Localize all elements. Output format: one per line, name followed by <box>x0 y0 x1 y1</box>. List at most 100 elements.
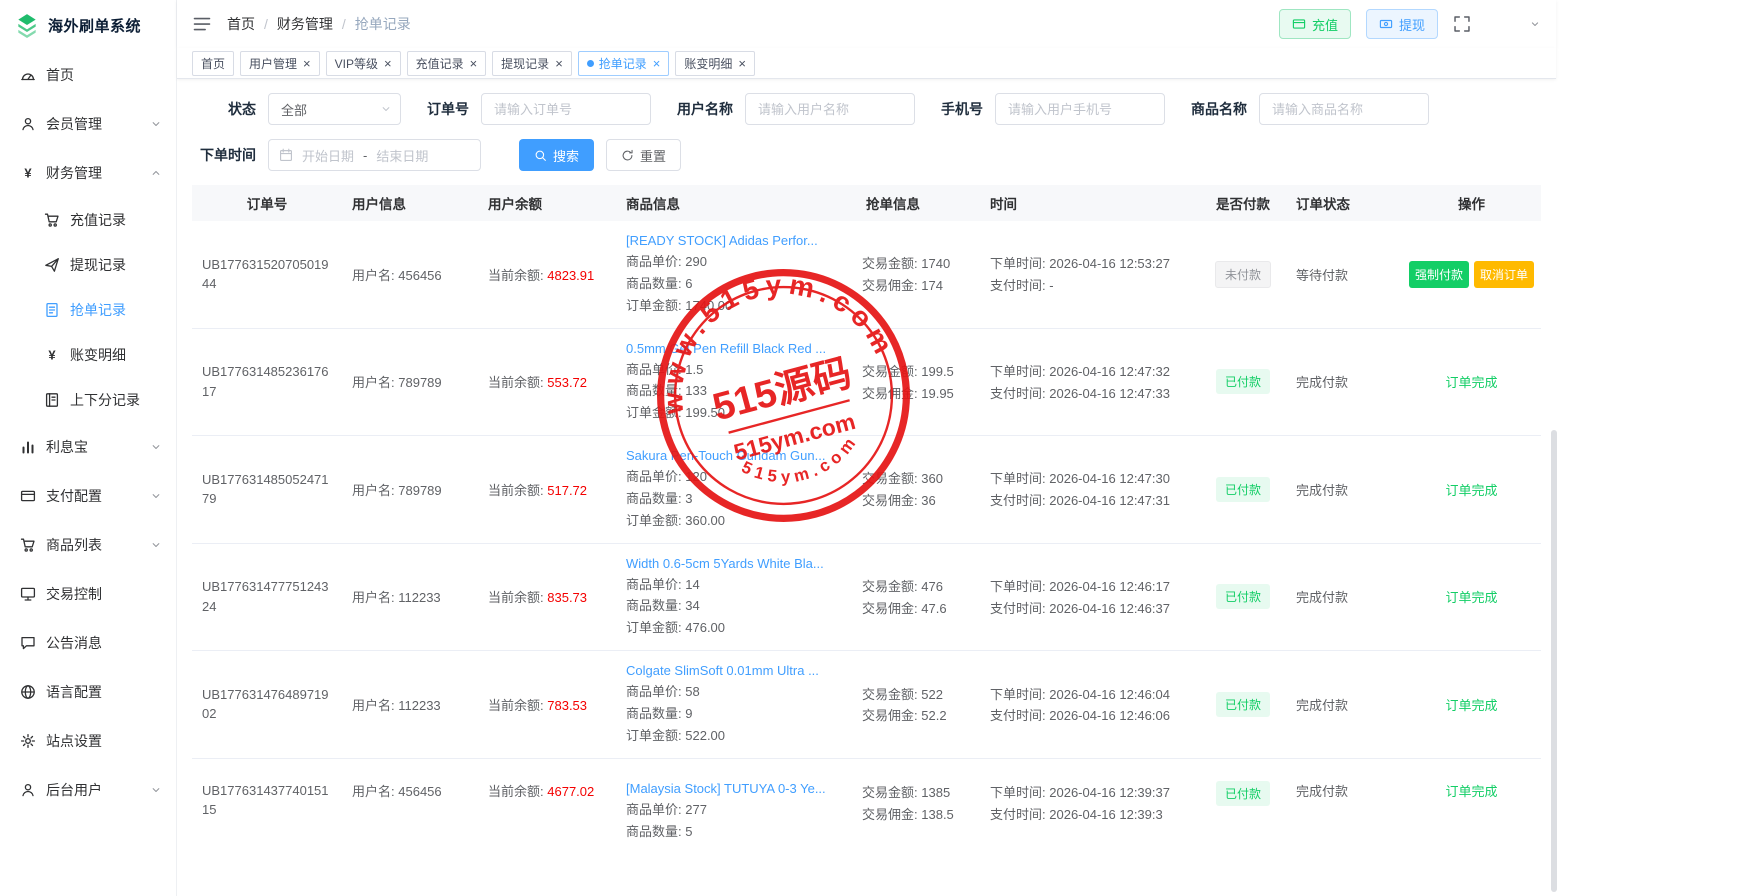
sidebar-item[interactable]: 公告消息 <box>0 618 176 667</box>
recharge-button[interactable]: 充值 <box>1279 9 1351 39</box>
chevron-up-icon <box>150 167 162 179</box>
product-name-input[interactable] <box>1259 93 1429 125</box>
caret-down-icon[interactable] <box>1529 18 1541 30</box>
column-header: 是否付款 <box>1200 193 1286 213</box>
breadcrumb-item[interactable]: 首页 <box>227 14 255 34</box>
table-row: UB17763147775124324 用户名: 112233 当前余额: 83… <box>192 544 1541 652</box>
hamburger-icon[interactable] <box>192 14 212 34</box>
paid-status-cell: 已付款 <box>1200 477 1286 502</box>
order-complete-text: 订单完成 <box>1445 698 1497 713</box>
tag-tab[interactable]: 用户管理× <box>240 51 320 76</box>
username-value: 112233 <box>398 698 440 713</box>
close-icon[interactable]: × <box>384 57 392 70</box>
sidebar-item[interactable]: ¥财务管理 <box>0 148 176 197</box>
commission-line: 交易佣金: 19.95 <box>862 385 974 404</box>
actions-cell: 订单完成 <box>1402 480 1541 499</box>
date-range-picker[interactable]: 开始日期 - 结束日期 <box>268 139 481 171</box>
svg-text:¥: ¥ <box>24 165 32 180</box>
sidebar-item[interactable]: 站点设置 <box>0 716 176 765</box>
chevron-down-icon <box>150 784 162 796</box>
sidebar-item[interactable]: 充值记录 <box>0 197 176 242</box>
close-icon[interactable]: × <box>738 57 746 70</box>
phone-input[interactable] <box>995 93 1165 125</box>
force-pay-button[interactable]: 强制付款 <box>1409 261 1469 288</box>
close-icon[interactable]: × <box>470 57 478 70</box>
commission-label: 交易佣金: <box>862 601 918 616</box>
product-info-cell: [Malaysia Stock] TUTUYA 0-3 Ye... 商品单价: … <box>616 781 856 842</box>
product-title-link[interactable]: 0.5mm Gel Pen Refill Black Red ... <box>626 341 846 356</box>
tab-label: 提现记录 <box>501 55 549 72</box>
reset-button[interactable]: 重置 <box>606 139 681 171</box>
username-input[interactable] <box>745 93 915 125</box>
order-status-cell: 完成付款 <box>1286 372 1402 391</box>
sidebar-item[interactable]: 首页 <box>0 50 176 99</box>
sidebar-item[interactable]: 利息宝 <box>0 422 176 471</box>
sidebar-item[interactable]: 语言配置 <box>0 667 176 716</box>
avatar[interactable] <box>1486 6 1522 42</box>
product-title-link[interactable]: Sakura Pen-Touch Gundam Gun... <box>626 448 846 463</box>
trade-amount-value: 476 <box>921 579 943 594</box>
sidebar-item[interactable]: 提现记录 <box>0 242 176 287</box>
order-no-input[interactable] <box>481 93 651 125</box>
page-scrollbar[interactable] <box>1551 430 1557 892</box>
order-time-value: 2026-04-16 12:47:30 <box>1049 471 1170 486</box>
status-select[interactable]: 全部 <box>268 93 401 125</box>
sidebar-item[interactable]: ¥账变明细 <box>0 332 176 377</box>
unit-price-label: 商品单价: <box>626 802 682 817</box>
sidebar-item[interactable]: 商品列表 <box>0 520 176 569</box>
app-title: 海外刷单系统 <box>48 15 141 36</box>
quantity-value: 9 <box>685 706 692 721</box>
tag-tab[interactable]: 首页 <box>192 51 234 76</box>
breadcrumb-separator: / <box>342 16 346 32</box>
withdraw-button[interactable]: 提现 <box>1366 9 1438 39</box>
trade-amount-label: 交易金额: <box>862 471 918 486</box>
tag-tab[interactable]: 账变明细× <box>675 51 755 76</box>
sidebar-item[interactable]: 抢单记录 <box>0 287 176 332</box>
balance-label: 当前余额: <box>488 698 544 713</box>
cancel-order-button[interactable]: 取消订单 <box>1474 261 1534 288</box>
user-info-cell: 用户名: 456456 <box>342 781 478 800</box>
tag-tab[interactable]: 充值记录× <box>407 51 487 76</box>
order-status-text: 完成付款 <box>1296 698 1348 713</box>
app-logo[interactable]: 海外刷单系统 <box>0 0 176 50</box>
active-dot <box>587 60 594 67</box>
unit-price-label: 商品单价: <box>626 362 682 377</box>
sidebar-item-label: 会员管理 <box>46 114 150 134</box>
tag-tab[interactable]: VIP等级× <box>326 51 401 76</box>
sidebar-item[interactable]: 上下分记录 <box>0 377 176 422</box>
unit-price-line: 商品单价: 1.5 <box>626 361 846 380</box>
sidebar-item[interactable]: 会员管理 <box>0 99 176 148</box>
filter-row-1: 状态 全部 订单号 用户名称 手机号 <box>192 93 1541 125</box>
user-menu[interactable] <box>1486 6 1541 42</box>
tag-tab[interactable]: 提现记录 × <box>492 51 572 76</box>
order-no: UB17763148523617617 <box>202 364 329 399</box>
product-title-link[interactable]: Width 0.6-5cm 5Yards White Bla... <box>626 556 846 571</box>
product-title-link[interactable]: [Malaysia Stock] TUTUYA 0-3 Ye... <box>626 781 846 796</box>
tab-label: 抢单记录 <box>599 55 647 72</box>
paid-status-badge: 已付款 <box>1216 369 1270 394</box>
quantity-line: 商品数量: 6 <box>626 275 846 294</box>
pay-time-label: 支付时间: <box>990 807 1046 822</box>
user-info-cell: 用户名: 112233 <box>342 587 478 606</box>
close-icon[interactable]: × <box>555 57 563 70</box>
username-value: 789789 <box>398 375 441 390</box>
sidebar-item[interactable]: 支付配置 <box>0 471 176 520</box>
commission-label: 交易佣金: <box>862 708 918 723</box>
tag-tab[interactable]: 抢单记录 × <box>578 51 670 76</box>
fullscreen-icon[interactable] <box>1453 15 1471 33</box>
actions-cell: 订单完成 <box>1402 587 1541 606</box>
product-title-link[interactable]: [READY STOCK] Adidas Perfor... <box>626 233 846 248</box>
product-title-link[interactable]: Colgate SlimSoft 0.01mm Ultra ... <box>626 663 846 678</box>
order-time-line: 下单时间: 2026-04-16 12:39:37 <box>990 784 1190 803</box>
order-time-line: 下单时间: 2026-04-16 12:46:17 <box>990 578 1190 597</box>
sidebar-item[interactable]: 交易控制 <box>0 569 176 618</box>
search-button[interactable]: 搜索 <box>519 139 594 171</box>
close-icon[interactable]: × <box>653 57 661 70</box>
sidebar-item[interactable]: 后台用户 <box>0 765 176 814</box>
user-info-cell: 用户名: 789789 <box>342 372 478 391</box>
refresh-icon <box>621 149 634 162</box>
yen-icon: ¥ <box>20 165 36 181</box>
close-icon[interactable]: × <box>303 57 311 70</box>
pay-time-value: 2026-04-16 12:46:06 <box>1049 708 1170 723</box>
breadcrumb-item[interactable]: 财务管理 <box>277 14 333 34</box>
